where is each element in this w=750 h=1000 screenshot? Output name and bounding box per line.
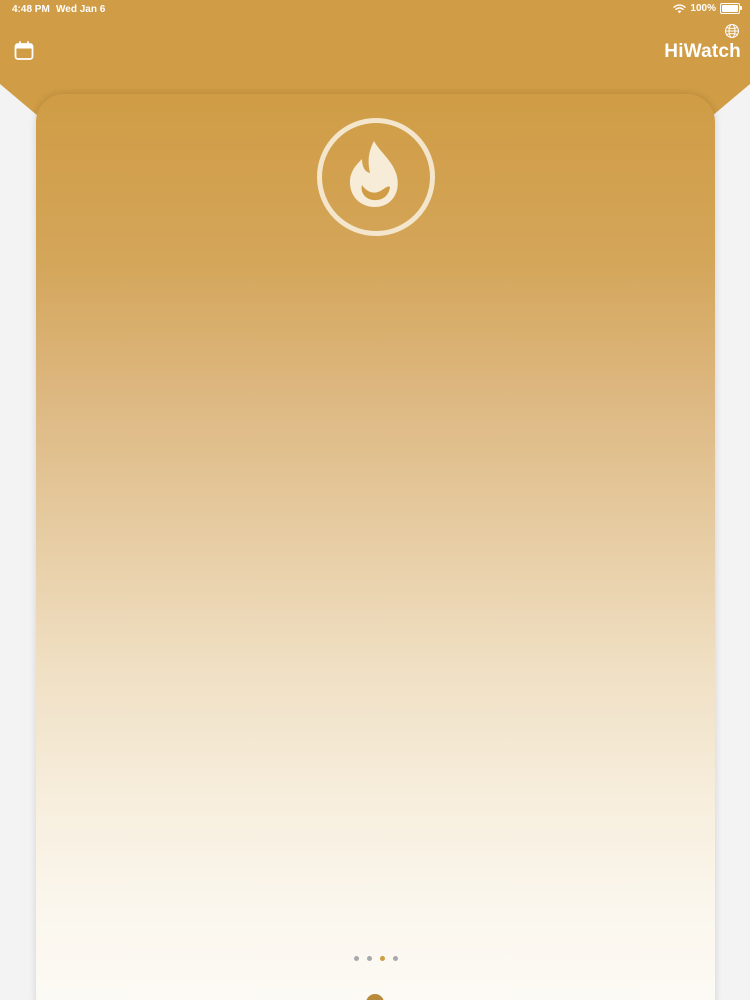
page-dot[interactable] <box>366 956 372 961</box>
page-dot[interactable] <box>392 956 398 961</box>
main-card[interactable] <box>36 94 715 1000</box>
language-button[interactable] <box>724 23 740 39</box>
page-indicator[interactable] <box>36 956 715 961</box>
status-time: 4:48 PM <box>12 4 50 15</box>
app-title: HiWatch <box>664 41 741 62</box>
battery-icon <box>720 3 742 14</box>
app-screen: 4:48 PM Wed Jan 6 100% HiWatch <box>0 0 750 1000</box>
page-dot[interactable] <box>379 956 385 961</box>
status-date: Wed Jan 6 <box>56 4 106 15</box>
globe-icon <box>725 24 739 38</box>
page-dot[interactable] <box>353 956 359 961</box>
battery-fill <box>722 5 738 12</box>
status-bar: 4:48 PM Wed Jan 6 100% <box>0 0 750 20</box>
calendar-icon <box>14 41 34 60</box>
battery-percentage: 100% <box>690 3 716 14</box>
wifi-icon <box>673 3 687 13</box>
calendar-button[interactable] <box>14 41 34 61</box>
flame-icon <box>349 141 398 207</box>
status-right: 100% <box>673 3 742 14</box>
drag-handle[interactable] <box>366 994 384 1000</box>
